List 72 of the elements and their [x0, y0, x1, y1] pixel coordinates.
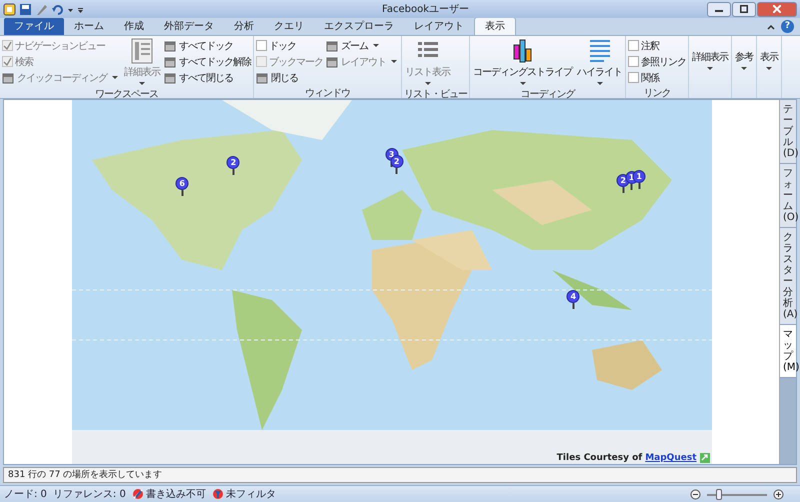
side-tab[interactable]: フォーム(O): [780, 164, 796, 228]
window-icon: [164, 56, 176, 68]
menu-button[interactable]: 詳細表示: [691, 38, 729, 72]
checkbox[interactable]: [628, 72, 639, 83]
attribution-text: Tiles Courtesy of: [556, 453, 642, 463]
status-text: 未フィルタ: [226, 488, 276, 501]
lines-icon: [588, 38, 610, 64]
checkbox-label: 注釈: [641, 40, 659, 52]
checkbox-label: 関係: [641, 72, 659, 84]
checkbox[interactable]: [628, 56, 639, 67]
window-icon: [164, 40, 176, 52]
group-label: ワークスペース: [94, 88, 159, 99]
ribbon-button[interactable]: すべてドック解除: [164, 54, 251, 69]
window-icon: [326, 56, 338, 68]
ribbon-tab[interactable]: クエリ: [264, 18, 314, 35]
close-icon: [773, 5, 781, 13]
save-icon[interactable]: [19, 2, 32, 16]
pencil-icon: [132, 488, 144, 500]
side-tab[interactable]: テーブル(D): [780, 100, 796, 164]
attribution-link[interactable]: MapQuest: [645, 453, 696, 463]
menu-button[interactable]: 参考: [734, 38, 754, 72]
group-label: ウィンドウ: [304, 87, 351, 98]
checkbox-label: ブックマーク: [269, 56, 323, 68]
undo-icon[interactable]: [51, 2, 64, 16]
ribbon-button[interactable]: すべて閉じる: [164, 70, 251, 85]
stripes-icon: [512, 38, 534, 64]
checkbox[interactable]: [628, 40, 639, 51]
checkbox-label: 検索: [15, 56, 33, 68]
ribbon-button[interactable]: コーディングストライプ: [472, 38, 573, 87]
ribbon-tab[interactable]: レイアウト: [404, 18, 474, 35]
ribbon-tab[interactable]: ファイル: [4, 18, 64, 35]
checkbox-label: 参照リンク: [641, 56, 686, 68]
minimize-button[interactable]: [707, 2, 731, 16]
side-tab[interactable]: マップ(M): [780, 325, 796, 378]
side-tab[interactable]: クラスター分析(A): [780, 228, 796, 325]
zoom-out-icon[interactable]: [690, 488, 701, 500]
maximize-icon: [740, 5, 748, 13]
group-label: リンク: [642, 87, 672, 98]
group-label: コーディング: [520, 88, 576, 99]
window-title: Facebookユーザー: [381, 3, 470, 16]
ribbon-tab[interactable]: 表示: [474, 17, 516, 35]
ribbon-tab[interactable]: ホーム: [64, 18, 114, 35]
status-text: ノード: 0: [4, 488, 47, 501]
checkbox-label: ドック: [269, 40, 296, 52]
ribbon-button[interactable]: ズーム: [326, 38, 399, 53]
ribbon-button[interactable]: すべてドック: [164, 38, 251, 53]
ribbon-button[interactable]: ハイライト: [576, 38, 623, 87]
status-text: 書き込み不可: [146, 488, 206, 501]
window-icon: [256, 72, 268, 84]
app-icon[interactable]: [3, 2, 16, 16]
ribbon-tab[interactable]: 作成: [114, 18, 154, 35]
window-icon: [326, 40, 338, 52]
ribbon-button[interactable]: 閉じる: [256, 70, 323, 85]
slider-thumb[interactable]: [716, 488, 722, 500]
checkbox-label: ナビゲーションビュー: [15, 40, 105, 52]
checkbox[interactable]: [256, 40, 267, 51]
status-message: 831 行の 77 の場所を表示しています: [3, 467, 797, 483]
ribbon-tab[interactable]: 外部データ: [154, 18, 224, 35]
ribbon-tab[interactable]: エクスプローラ: [314, 18, 404, 35]
collapse-icon[interactable]: [766, 22, 776, 32]
ribbon-tab[interactable]: 分析: [224, 18, 264, 35]
zoom-in-icon[interactable]: [773, 488, 784, 500]
details-icon: [131, 38, 153, 64]
menu-button[interactable]: 表示: [759, 38, 779, 72]
filter-icon: [212, 488, 224, 500]
help-button[interactable]: ?: [781, 20, 794, 33]
status-text: リファレンス: 0: [52, 488, 126, 501]
maximize-button[interactable]: [732, 2, 756, 16]
window-icon: [2, 72, 14, 84]
window-icon: [164, 72, 176, 84]
close-button[interactable]: [757, 2, 797, 16]
group-label: リスト・ビュー: [404, 88, 467, 99]
